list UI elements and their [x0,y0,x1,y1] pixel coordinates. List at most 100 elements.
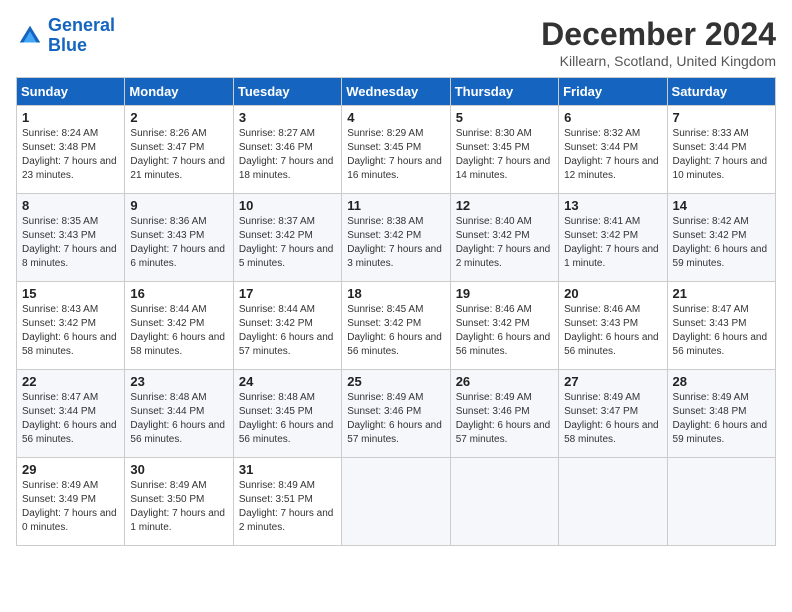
table-row: 17 Sunrise: 8:44 AMSunset: 3:42 PMDaylig… [233,282,341,370]
calendar-week-2: 8 Sunrise: 8:35 AMSunset: 3:43 PMDayligh… [17,194,776,282]
logo-line2: Blue [48,35,87,55]
day-detail: Sunrise: 8:49 AMSunset: 3:51 PMDaylight:… [239,480,334,533]
col-sunday: Sunday [17,78,125,106]
table-row: 27 Sunrise: 8:49 AMSunset: 3:47 PMDaylig… [559,370,667,458]
table-row: 31 Sunrise: 8:49 AMSunset: 3:51 PMDaylig… [233,458,341,546]
table-row [559,458,667,546]
table-row: 18 Sunrise: 8:45 AMSunset: 3:42 PMDaylig… [342,282,450,370]
day-detail: Sunrise: 8:24 AMSunset: 3:48 PMDaylight:… [22,128,117,181]
table-row: 6 Sunrise: 8:32 AMSunset: 3:44 PMDayligh… [559,106,667,194]
day-detail: Sunrise: 8:32 AMSunset: 3:44 PMDaylight:… [564,128,659,181]
col-thursday: Thursday [450,78,558,106]
col-friday: Friday [559,78,667,106]
day-number: 15 [22,286,119,301]
col-monday: Monday [125,78,233,106]
table-row: 24 Sunrise: 8:48 AMSunset: 3:45 PMDaylig… [233,370,341,458]
table-row: 20 Sunrise: 8:46 AMSunset: 3:43 PMDaylig… [559,282,667,370]
table-row: 22 Sunrise: 8:47 AMSunset: 3:44 PMDaylig… [17,370,125,458]
day-number: 6 [564,110,661,125]
day-number: 18 [347,286,444,301]
day-number: 22 [22,374,119,389]
day-detail: Sunrise: 8:46 AMSunset: 3:43 PMDaylight:… [564,304,659,357]
col-wednesday: Wednesday [342,78,450,106]
day-number: 17 [239,286,336,301]
table-row: 3 Sunrise: 8:27 AMSunset: 3:46 PMDayligh… [233,106,341,194]
table-row: 4 Sunrise: 8:29 AMSunset: 3:45 PMDayligh… [342,106,450,194]
day-number: 27 [564,374,661,389]
day-number: 30 [130,462,227,477]
calendar: Sunday Monday Tuesday Wednesday Thursday… [16,77,776,546]
day-number: 16 [130,286,227,301]
table-row: 8 Sunrise: 8:35 AMSunset: 3:43 PMDayligh… [17,194,125,282]
day-number: 20 [564,286,661,301]
table-row: 2 Sunrise: 8:26 AMSunset: 3:47 PMDayligh… [125,106,233,194]
table-row: 29 Sunrise: 8:49 AMSunset: 3:49 PMDaylig… [17,458,125,546]
day-number: 25 [347,374,444,389]
day-detail: Sunrise: 8:49 AMSunset: 3:49 PMDaylight:… [22,480,117,533]
table-row: 23 Sunrise: 8:48 AMSunset: 3:44 PMDaylig… [125,370,233,458]
day-detail: Sunrise: 8:48 AMSunset: 3:44 PMDaylight:… [130,392,225,445]
calendar-week-3: 15 Sunrise: 8:43 AMSunset: 3:42 PMDaylig… [17,282,776,370]
day-number: 28 [673,374,770,389]
col-saturday: Saturday [667,78,775,106]
calendar-week-1: 1 Sunrise: 8:24 AMSunset: 3:48 PMDayligh… [17,106,776,194]
col-tuesday: Tuesday [233,78,341,106]
day-number: 23 [130,374,227,389]
day-detail: Sunrise: 8:48 AMSunset: 3:45 PMDaylight:… [239,392,334,445]
day-detail: Sunrise: 8:41 AMSunset: 3:42 PMDaylight:… [564,216,659,269]
table-row: 7 Sunrise: 8:33 AMSunset: 3:44 PMDayligh… [667,106,775,194]
day-number: 26 [456,374,553,389]
table-row: 13 Sunrise: 8:41 AMSunset: 3:42 PMDaylig… [559,194,667,282]
day-detail: Sunrise: 8:49 AMSunset: 3:46 PMDaylight:… [347,392,442,445]
day-detail: Sunrise: 8:42 AMSunset: 3:42 PMDaylight:… [673,216,768,269]
title-area: December 2024 Killearn, Scotland, United… [541,16,776,69]
day-number: 7 [673,110,770,125]
table-row [667,458,775,546]
day-detail: Sunrise: 8:49 AMSunset: 3:48 PMDaylight:… [673,392,768,445]
logo-line1: General [48,15,115,35]
table-row: 11 Sunrise: 8:38 AMSunset: 3:42 PMDaylig… [342,194,450,282]
header: General Blue December 2024 Killearn, Sco… [16,16,776,69]
day-detail: Sunrise: 8:47 AMSunset: 3:43 PMDaylight:… [673,304,768,357]
day-number: 12 [456,198,553,213]
day-detail: Sunrise: 8:49 AMSunset: 3:47 PMDaylight:… [564,392,659,445]
calendar-header-row: Sunday Monday Tuesday Wednesday Thursday… [17,78,776,106]
day-detail: Sunrise: 8:47 AMSunset: 3:44 PMDaylight:… [22,392,117,445]
table-row: 28 Sunrise: 8:49 AMSunset: 3:48 PMDaylig… [667,370,775,458]
day-detail: Sunrise: 8:46 AMSunset: 3:42 PMDaylight:… [456,304,551,357]
day-detail: Sunrise: 8:37 AMSunset: 3:42 PMDaylight:… [239,216,334,269]
day-detail: Sunrise: 8:35 AMSunset: 3:43 PMDaylight:… [22,216,117,269]
day-detail: Sunrise: 8:29 AMSunset: 3:45 PMDaylight:… [347,128,442,181]
table-row: 5 Sunrise: 8:30 AMSunset: 3:45 PMDayligh… [450,106,558,194]
table-row: 9 Sunrise: 8:36 AMSunset: 3:43 PMDayligh… [125,194,233,282]
day-number: 13 [564,198,661,213]
day-number: 11 [347,198,444,213]
day-detail: Sunrise: 8:45 AMSunset: 3:42 PMDaylight:… [347,304,442,357]
table-row: 30 Sunrise: 8:49 AMSunset: 3:50 PMDaylig… [125,458,233,546]
day-detail: Sunrise: 8:49 AMSunset: 3:46 PMDaylight:… [456,392,551,445]
table-row [450,458,558,546]
day-detail: Sunrise: 8:43 AMSunset: 3:42 PMDaylight:… [22,304,117,357]
location-title: Killearn, Scotland, United Kingdom [541,53,776,69]
day-number: 21 [673,286,770,301]
table-row: 19 Sunrise: 8:46 AMSunset: 3:42 PMDaylig… [450,282,558,370]
day-number: 3 [239,110,336,125]
day-number: 31 [239,462,336,477]
day-detail: Sunrise: 8:36 AMSunset: 3:43 PMDaylight:… [130,216,225,269]
table-row: 10 Sunrise: 8:37 AMSunset: 3:42 PMDaylig… [233,194,341,282]
day-number: 1 [22,110,119,125]
table-row: 26 Sunrise: 8:49 AMSunset: 3:46 PMDaylig… [450,370,558,458]
table-row: 21 Sunrise: 8:47 AMSunset: 3:43 PMDaylig… [667,282,775,370]
logo-icon [16,22,44,50]
day-detail: Sunrise: 8:44 AMSunset: 3:42 PMDaylight:… [239,304,334,357]
calendar-week-5: 29 Sunrise: 8:49 AMSunset: 3:49 PMDaylig… [17,458,776,546]
day-detail: Sunrise: 8:44 AMSunset: 3:42 PMDaylight:… [130,304,225,357]
table-row: 14 Sunrise: 8:42 AMSunset: 3:42 PMDaylig… [667,194,775,282]
day-detail: Sunrise: 8:40 AMSunset: 3:42 PMDaylight:… [456,216,551,269]
logo-text: General Blue [48,16,115,56]
month-title: December 2024 [541,16,776,53]
day-detail: Sunrise: 8:30 AMSunset: 3:45 PMDaylight:… [456,128,551,181]
table-row [342,458,450,546]
day-detail: Sunrise: 8:38 AMSunset: 3:42 PMDaylight:… [347,216,442,269]
day-detail: Sunrise: 8:26 AMSunset: 3:47 PMDaylight:… [130,128,225,181]
